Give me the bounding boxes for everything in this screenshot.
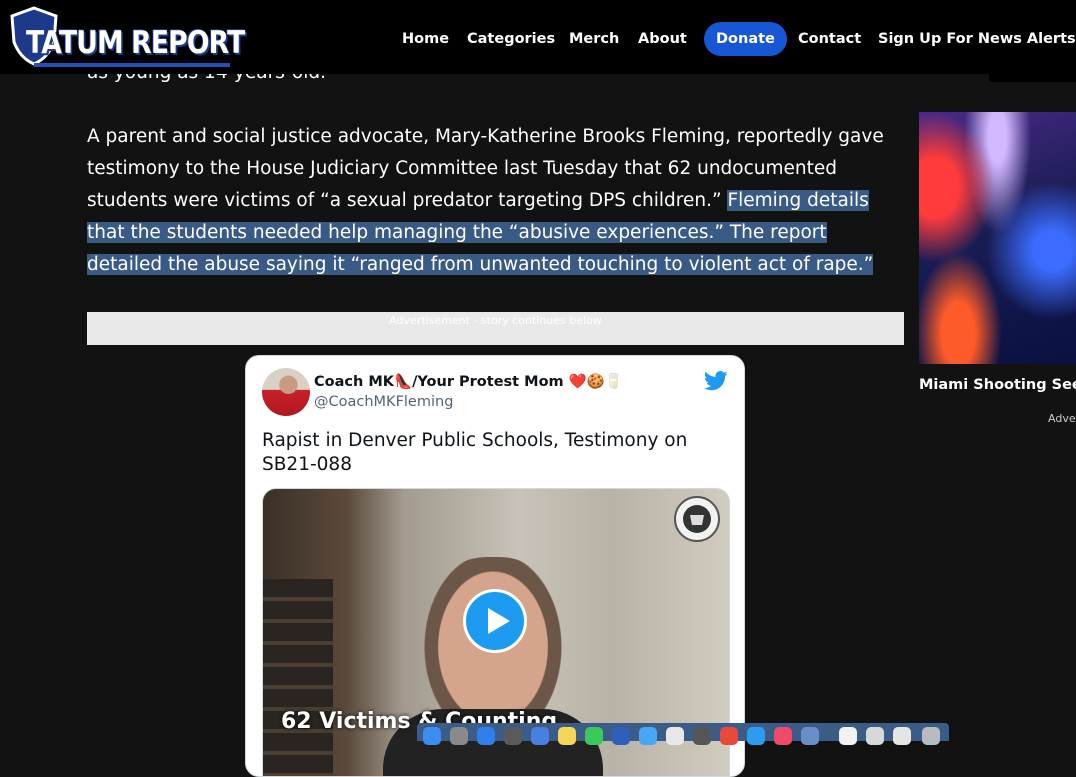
sidebar-story-title[interactable]: Miami Shooting Sees — [919, 377, 1076, 393]
avatar[interactable] — [262, 368, 310, 416]
tweet-author-name[interactable]: Coach MK👠/Your Protest Mom ❤️🍪🥛 — [314, 373, 623, 390]
weather-icon[interactable] — [639, 727, 657, 745]
twitter-bird-icon[interactable] — [704, 370, 728, 392]
logo-wordmark: TATUM REPORT — [26, 25, 245, 61]
video-background-bookshelf — [263, 579, 333, 776]
finder-icon[interactable] — [423, 727, 441, 745]
donate-button[interactable]: Donate — [704, 22, 787, 56]
tweet-author-handle[interactable]: @CoachMKFleming — [314, 394, 453, 410]
calendar-icon[interactable] — [666, 727, 684, 745]
chrome-icon[interactable] — [720, 727, 738, 745]
notes-icon[interactable] — [558, 727, 576, 745]
system-preferences-icon[interactable] — [693, 727, 711, 745]
site-header: TATUM REPORT Home Categories Merch About… — [0, 0, 1076, 74]
sidebar-story-image[interactable] — [919, 112, 1076, 364]
police-badge-watermark-icon — [674, 496, 720, 542]
advertisement-label: Advertisement - story continues below — [389, 314, 602, 327]
article-paragraph: A parent and social justice advocate, Ma… — [87, 121, 904, 281]
music-icon[interactable] — [774, 727, 792, 745]
safari-icon[interactable] — [477, 727, 495, 745]
launchpad-icon[interactable] — [450, 727, 468, 745]
site-logo[interactable]: TATUM REPORT — [8, 6, 245, 67]
nav-contact[interactable]: Contact — [798, 22, 861, 56]
tweet-embed[interactable]: Coach MK👠/Your Protest Mom ❤️🍪🥛 @CoachMK… — [245, 355, 745, 777]
sidebar-advertisement-label: Adve — [1048, 412, 1076, 425]
nav-home[interactable]: Home — [402, 22, 449, 56]
app-store-icon[interactable] — [612, 727, 630, 745]
messages-icon[interactable] — [585, 727, 603, 745]
play-icon — [488, 608, 510, 634]
folder-icon[interactable] — [893, 727, 911, 745]
nav-categories[interactable]: Categories — [467, 22, 555, 56]
play-button[interactable] — [463, 589, 527, 653]
macos-dock — [417, 723, 949, 745]
sidebar-header-strip — [989, 74, 1076, 82]
logo-underline — [34, 63, 230, 67]
help-icon[interactable] — [504, 727, 522, 745]
document-icon[interactable] — [839, 727, 857, 745]
mail-icon[interactable] — [531, 727, 549, 745]
advertisement-banner[interactable]: Advertisement - story continues below — [87, 312, 904, 345]
nav-about[interactable]: About — [638, 22, 687, 56]
trash-icon[interactable] — [922, 727, 940, 745]
nav-sign-up-news-alerts[interactable]: Sign Up For News Alerts — [878, 22, 1076, 56]
preview-icon[interactable] — [801, 727, 819, 745]
tweet-text: Rapist in Denver Public Schools, Testimo… — [262, 430, 688, 475]
app-icon[interactable] — [747, 727, 765, 745]
document-icon[interactable] — [866, 727, 884, 745]
nav-merch[interactable]: Merch — [569, 22, 619, 56]
